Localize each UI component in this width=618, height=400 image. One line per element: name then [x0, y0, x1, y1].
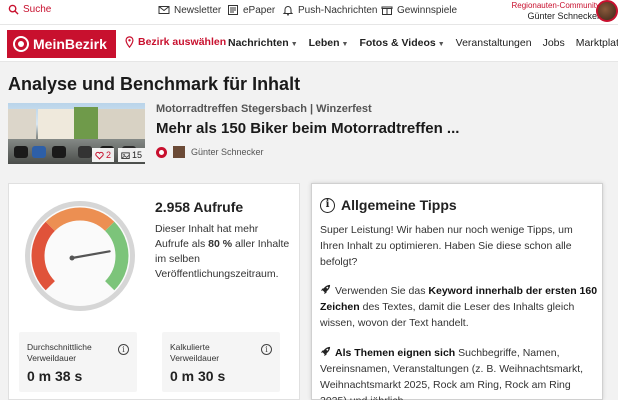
nav-menu: Nachrichten ▼ Leben ▼ Fotos & Videos ▼ Vera… [228, 37, 618, 49]
author-avatar [173, 146, 185, 158]
views-percent: 80 % [208, 238, 233, 250]
thumb-building [98, 109, 145, 139]
utility-bar: Suche Newsletter ePaper Push-Nachrichten… [0, 0, 618, 24]
nav-item-fotos-videos[interactable]: Fotos & Videos ▼ [359, 37, 444, 49]
user-name: Günter Schnecker [527, 11, 600, 21]
avg-dwell-value: 0 m 38 s [27, 368, 83, 384]
tips-heading: i Allgemeine Tipps [320, 197, 457, 213]
tips-panel: i Allgemeine Tipps Super Leistung! Wir h… [311, 183, 603, 400]
likes-count: 2 [106, 150, 112, 160]
tip2-bold: Als Themen eignen sich [335, 347, 456, 359]
gewinnspiele-link[interactable]: Gewinnspiele [381, 4, 457, 16]
chevron-down-icon: ▼ [437, 41, 445, 48]
thumb-bike [32, 146, 46, 158]
calc-dwell-value: 0 m 30 s [170, 368, 226, 384]
views-gauge [25, 201, 135, 311]
views-count: 2.958 Aufrufe [155, 199, 244, 215]
heart-icon [95, 151, 104, 160]
gewinnspiele-label: Gewinnspiele [397, 4, 458, 16]
push-notifications-link[interactable]: Push-Nachrichten [282, 4, 377, 16]
district-selector[interactable]: Bezirk auswählen [124, 36, 226, 48]
likes-badge: 2 [92, 148, 115, 162]
tips-intro: Super Leistung! Wir haben nur noch wenig… [320, 224, 573, 268]
calc-dwell-label: Kalkulierte Verweildauer [170, 342, 220, 363]
chevron-down-icon: ▼ [341, 41, 349, 48]
community-label: Regionauten-Community [511, 1, 601, 10]
mail-icon [158, 6, 170, 14]
bell-icon [282, 6, 294, 16]
thumb-building [38, 109, 74, 139]
tips-title: Allgemeine Tipps [341, 197, 457, 213]
nav-item-nachrichten[interactable]: Nachrichten ▼ [228, 37, 298, 49]
newsletter-link[interactable]: Newsletter [158, 4, 221, 16]
nav-item-label: Leben [308, 37, 340, 49]
nav-item-jobs[interactable]: Jobs [543, 37, 565, 49]
thumb-bike [14, 146, 28, 158]
rocket-icon [320, 284, 331, 295]
nav-item-veranstaltungen[interactable]: Veranstaltungen [456, 37, 532, 49]
thumb-bike [52, 146, 66, 158]
calc-dwell-card: Kalkulierte Verweildauer i 0 m 30 s [162, 332, 280, 392]
main-navigation: MeinBezirk Bezirk auswählen Nachrichten ▼… [0, 24, 618, 62]
logo-mark-icon [13, 36, 29, 52]
nav-item-label: Marktplatz [575, 37, 618, 49]
nav-item-marktplatz[interactable]: Marktplatz [576, 37, 618, 49]
page-title: Analyse und Benchmark für Inhalt [8, 74, 301, 94]
thumb-tree [74, 107, 98, 139]
nav-item-label: Veranstaltungen [455, 37, 532, 49]
newspaper-icon [228, 5, 238, 15]
user-menu[interactable]: Regionauten-Community Günter Schnecker [512, 1, 601, 21]
article-card: 2 15 Motorradtreffen Stegersbach | Winze… [8, 103, 608, 167]
epaper-link[interactable]: ePaper [227, 4, 275, 16]
photos-count: 15 [132, 150, 143, 160]
author-name[interactable]: Günter Schnecker [191, 147, 264, 157]
push-label: Push-Nachrichten [298, 4, 378, 16]
logo-text: MeinBezirk [33, 36, 107, 52]
info-icon[interactable]: i [118, 344, 129, 355]
avg-dwell-label: Durchschnittliche Verweildauer [27, 342, 92, 363]
search-icon [8, 4, 19, 15]
district-label: Bezirk auswählen [138, 36, 227, 48]
chevron-down-icon: ▼ [290, 41, 298, 48]
stats-panel: 2.958 Aufrufe Dieser Inhalt hat mehr Auf… [8, 183, 300, 400]
epaper-label: ePaper [243, 4, 276, 16]
tip1-prefix: Verwenden Sie das [335, 285, 429, 297]
regionaut-icon [156, 146, 167, 158]
photos-badge: 15 [118, 148, 145, 162]
rocket-icon [320, 346, 331, 357]
photo-icon [121, 151, 130, 159]
tip-themes: Als Themen eignen sich Suchbegriffe, Nam… [320, 345, 600, 400]
avg-dwell-card: Durchschnittliche Verweildauer i 0 m 38 … [19, 332, 137, 392]
gift-icon [381, 6, 393, 15]
newsletter-label: Newsletter [174, 4, 222, 16]
search-link[interactable]: Suche [8, 4, 51, 15]
views-description: Dieser Inhalt hat mehr Aufrufe als 80 % … [155, 222, 290, 282]
article-kicker: Motorradtreffen Stegersbach | Winzerfest [156, 103, 372, 115]
author-row: Günter Schnecker [156, 146, 264, 158]
thumb-bike [78, 146, 92, 158]
nav-item-label: Nachrichten [228, 37, 289, 49]
nav-item-label: Jobs [542, 37, 565, 49]
nav-item-leben[interactable]: Leben ▼ [309, 37, 349, 49]
logo[interactable]: MeinBezirk [7, 30, 116, 58]
article-headline[interactable]: Mehr als 150 Biker beim Motorradtreffen … [156, 120, 459, 137]
avatar[interactable] [596, 0, 618, 22]
tip-keyword: Verwenden Sie das Keyword innerhalb der … [320, 283, 600, 331]
info-icon: i [320, 197, 335, 213]
nav-item-label: Fotos & Videos [359, 37, 436, 49]
search-label: Suche [23, 4, 52, 15]
article-thumbnail[interactable]: 2 15 [8, 103, 145, 164]
location-pin-icon [125, 36, 134, 48]
gauge-pivot [69, 255, 75, 261]
thumb-building [8, 109, 36, 139]
info-icon[interactable]: i [261, 344, 272, 355]
